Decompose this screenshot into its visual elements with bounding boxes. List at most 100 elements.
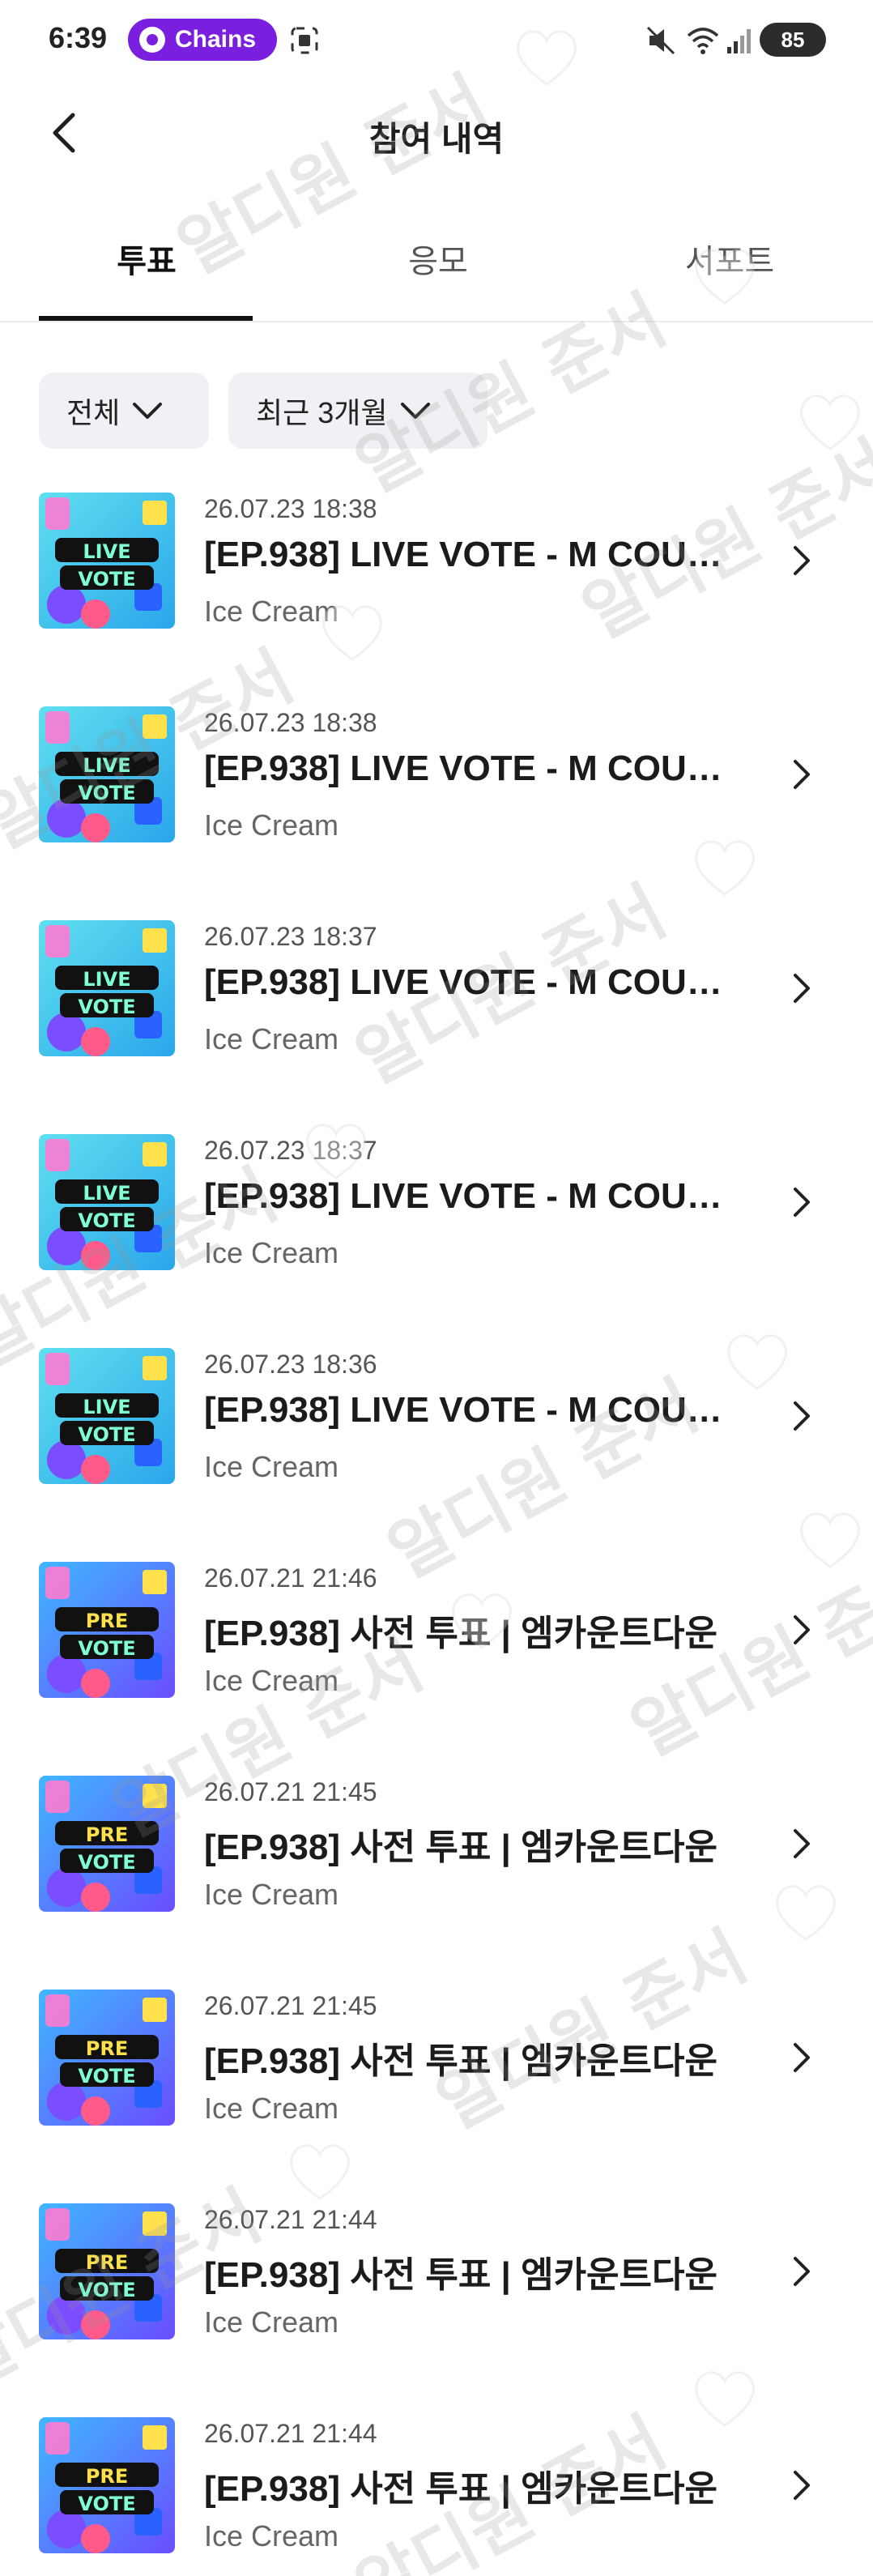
period-filter-dropdown[interactable]: 최근 3개월 [228, 373, 488, 449]
item-title: [EP.938] 사전 투표 | 엠카운트다운 [204, 2041, 718, 2081]
item-title: [EP.938] LIVE VOTE - M COUNTDOWN [204, 1390, 739, 1430]
chevron-right-icon [794, 1188, 810, 1217]
chevron-right-icon [794, 1829, 810, 1858]
active-tab-indicator [39, 316, 253, 321]
chevron-right-icon [794, 974, 810, 1003]
item-date: 26.07.23 18:37 [204, 922, 377, 951]
mute-icon [646, 26, 675, 55]
item-title: [EP.938] LIVE VOTE - M COUNTDOWN [204, 748, 739, 788]
tab-bar: 투표 응모 서포트 [0, 211, 873, 322]
item-date: 26.07.21 21:46 [204, 1563, 377, 1593]
thumbnail-label-1: LIVE [83, 1182, 131, 1205]
chains-label: Chains [175, 26, 257, 53]
chains-logo-icon [139, 27, 165, 53]
vote-thumbnail: PRE VOTE [39, 1562, 175, 1698]
item-date: 26.07.21 21:44 [204, 2205, 377, 2234]
item-date: 26.07.23 18:36 [204, 1350, 377, 1379]
type-filter-label: 전체 [66, 396, 121, 429]
item-subtitle: Ice Cream [204, 595, 339, 628]
list-item[interactable]: LIVE VOTE 26.07.23 18:37 [EP.938] LIVE VOTE… [0, 911, 873, 1124]
vote-thumbnail: PRE VOTE [39, 1776, 175, 1912]
thumbnail-label-1: PRE [85, 2251, 129, 2274]
vote-thumbnail: PRE VOTE [39, 2203, 175, 2339]
thumbnail-label-2: VOTE [78, 782, 136, 804]
chevron-down-icon [133, 403, 163, 419]
page: 6:39 Chains 85 참여 내역 투표 응모 서포트 전체 최근 3개월… [0, 0, 873, 2576]
list-item[interactable]: LIVE VOTE 26.07.23 18:37 [EP.938] LIVE VOTE… [0, 1124, 873, 1338]
tab-entry[interactable]: 응모 [332, 235, 544, 316]
page-title: 참여 내역 [368, 120, 505, 158]
chevron-right-icon [794, 546, 810, 575]
item-date: 26.07.21 21:45 [204, 1777, 377, 1806]
item-subtitle: Ice Cream [204, 1878, 339, 1911]
thumbnail-label-2: VOTE [78, 2279, 136, 2301]
item-title: [EP.938] LIVE VOTE - M COUNTDOWN [204, 1176, 739, 1216]
type-filter-dropdown[interactable]: 전체 [39, 373, 209, 449]
vote-thumbnail: LIVE VOTE [39, 1348, 175, 1484]
chevron-right-icon [794, 1401, 810, 1431]
thumbnail-label-1: LIVE [83, 968, 131, 991]
item-subtitle: Ice Cream [204, 808, 339, 842]
list-item[interactable]: PRE VOTE 26.07.21 21:45 [EP.938] 사전 투표 | 엠카… [0, 1980, 873, 2194]
chains-app-pill[interactable]: Chains [128, 19, 277, 61]
list-item[interactable]: LIVE VOTE 26.07.23 18:38 [EP.938] LIVE VOTE… [0, 697, 873, 911]
vote-thumbnail: LIVE VOTE [39, 920, 175, 1056]
chevron-right-icon [794, 1615, 810, 1644]
thumbnail-label-1: PRE [85, 1610, 129, 1632]
status-bar: 6:39 Chains 85 [0, 0, 873, 81]
thumbnail-label-1: LIVE [83, 754, 131, 777]
tab-vote[interactable]: 투표 [40, 235, 253, 316]
item-title: [EP.938] 사전 투표 | 엠카운트다운 [204, 2469, 718, 2509]
thumbnail-label-1: PRE [85, 2465, 129, 2488]
item-date: 26.07.21 21:44 [204, 2419, 377, 2448]
header: 참여 내역 [0, 81, 873, 186]
list-item[interactable]: LIVE VOTE 26.07.23 18:36 [EP.938] LIVE VOTE… [0, 1338, 873, 1552]
chevron-right-icon [794, 2257, 810, 2286]
item-date: 26.07.23 18:37 [204, 1136, 377, 1165]
item-subtitle: Ice Cream [204, 2519, 339, 2553]
list-item[interactable]: PRE VOTE 26.07.21 21:44 [EP.938] 사전 투표 | 엠카… [0, 2194, 873, 2408]
item-subtitle: Ice Cream [204, 1664, 339, 1697]
chevron-down-icon [400, 403, 430, 419]
item-title: [EP.938] LIVE VOTE - M COUNTDOWN [204, 962, 739, 1002]
screenshot-icon [291, 27, 318, 54]
list-item[interactable]: PRE VOTE 26.07.21 21:46 [EP.938] 사전 투표 | 엠카… [0, 1552, 873, 1766]
thumbnail-label-2: VOTE [78, 2493, 136, 2515]
battery-icon: 85 [760, 23, 826, 57]
vote-thumbnail: PRE VOTE [39, 1990, 175, 2126]
thumbnail-label-1: PRE [85, 2037, 129, 2060]
thumbnail-label-2: VOTE [78, 1851, 136, 1874]
item-subtitle: Ice Cream [204, 1022, 339, 1056]
thumbnail-label-1: PRE [85, 1823, 129, 1846]
vote-thumbnail: LIVE VOTE [39, 706, 175, 842]
item-date: 26.07.23 18:38 [204, 708, 377, 737]
chevron-right-icon [794, 760, 810, 789]
item-date: 26.07.21 21:45 [204, 1991, 377, 2020]
item-date: 26.07.23 18:38 [204, 494, 377, 523]
list-item[interactable]: LIVE VOTE 26.07.23 18:38 [EP.938] LIVE VOTE… [0, 483, 873, 697]
period-filter-label: 최근 3개월 [256, 396, 388, 429]
item-title: [EP.938] 사전 투표 | 엠카운트다운 [204, 1828, 718, 1867]
list-item[interactable]: PRE VOTE 26.07.21 21:44 [EP.938] 사전 투표 | 엠카… [0, 2408, 873, 2576]
item-subtitle: Ice Cream [204, 2305, 339, 2339]
vote-thumbnail: LIVE VOTE [39, 1134, 175, 1270]
vote-thumbnail: LIVE VOTE [39, 493, 175, 629]
item-subtitle: Ice Cream [204, 1236, 339, 1269]
thumbnail-label-2: VOTE [78, 2065, 136, 2088]
tab-support[interactable]: 서포트 [624, 235, 836, 316]
status-time: 6:39 [49, 21, 108, 54]
thumbnail-label-2: VOTE [78, 568, 136, 591]
thumbnail-label-1: LIVE [83, 1396, 131, 1418]
item-subtitle: Ice Cream [204, 1450, 339, 1483]
vote-thumbnail: PRE VOTE [39, 2417, 175, 2553]
chevron-right-icon [794, 2043, 810, 2072]
item-title: [EP.938] LIVE VOTE - M COUNTDOWN [204, 535, 739, 574]
battery-level: 85 [781, 27, 805, 52]
wifi-icon [687, 28, 719, 54]
thumbnail-label-2: VOTE [78, 1423, 136, 1446]
chevron-right-icon [794, 2471, 810, 2500]
item-title: [EP.938] 사전 투표 | 엠카운트다운 [204, 1614, 718, 1653]
list-item[interactable]: PRE VOTE 26.07.21 21:45 [EP.938] 사전 투표 | 엠카… [0, 1766, 873, 1980]
heart-icon [800, 395, 860, 450]
thumbnail-label-2: VOTE [78, 1637, 136, 1660]
